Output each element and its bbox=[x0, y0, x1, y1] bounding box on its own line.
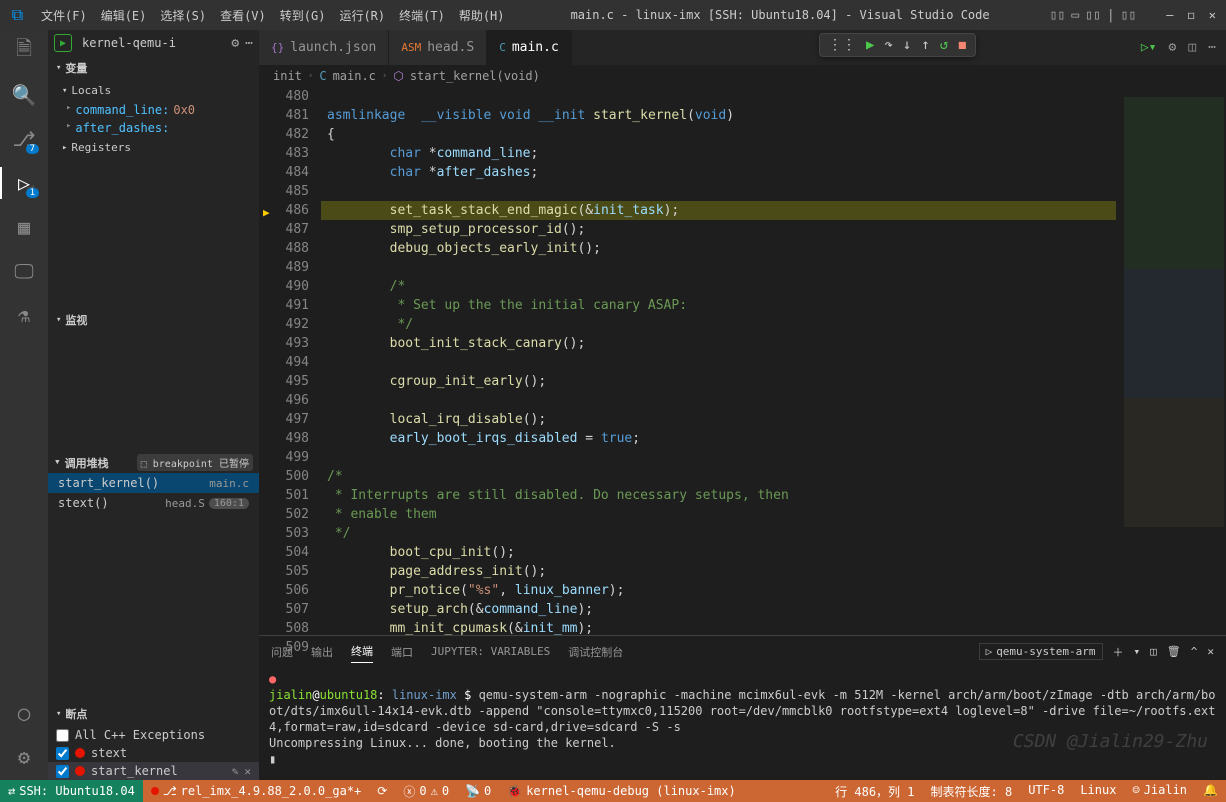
menu-item[interactable]: 帮助(H) bbox=[453, 3, 511, 28]
menu-item[interactable]: 终端(T) bbox=[393, 3, 451, 28]
panel-tab[interactable]: 输出 bbox=[311, 641, 333, 663]
continue-icon[interactable]: ▶ bbox=[866, 37, 874, 53]
remote-icon[interactable]: 🖵 bbox=[11, 258, 37, 284]
menu-item[interactable]: 文件(F) bbox=[35, 3, 93, 28]
testing-icon[interactable]: ⚗ bbox=[11, 302, 37, 328]
layout-buttons[interactable]: ▯▯▭▯▯|▯▯ bbox=[1050, 8, 1137, 23]
close-icon: ✕ bbox=[244, 765, 251, 778]
encoding[interactable]: UTF-8 bbox=[1020, 783, 1072, 797]
vscode-logo-icon: ⧉ bbox=[0, 5, 35, 25]
menu-item[interactable]: 运行(R) bbox=[333, 3, 391, 28]
feedback-icon[interactable]: ☺ Jialin bbox=[1124, 783, 1195, 797]
section-variables[interactable]: ▾变量 bbox=[48, 56, 259, 80]
explorer-icon[interactable]: 🗎 bbox=[11, 38, 37, 64]
breakpoint-row[interactable]: stext bbox=[48, 744, 259, 762]
restart-icon[interactable]: ↺ bbox=[940, 37, 948, 53]
panel-tab[interactable]: 端口 bbox=[391, 641, 413, 663]
window-title: main.c - linux-imx [SSH: Ubuntu18.04] - … bbox=[511, 8, 1050, 22]
menu-item[interactable]: 编辑(E) bbox=[95, 3, 153, 28]
extensions-icon[interactable]: ▦ bbox=[11, 214, 37, 240]
editor-actions[interactable]: ▷▾ ⚙ ◫ ⋯ bbox=[1131, 30, 1226, 65]
more-icon[interactable]: ⋯ bbox=[245, 36, 253, 51]
scm-icon[interactable]: ⎇7 bbox=[11, 126, 37, 152]
cursor-position[interactable]: 行 486，列 1 bbox=[827, 783, 922, 800]
line-gutter: 480481482483484485▶486487488489490491492… bbox=[259, 87, 321, 635]
split-icon[interactable]: ◫ bbox=[1188, 40, 1196, 55]
section-registers[interactable]: ▸Registers bbox=[62, 137, 259, 158]
step-over-icon[interactable]: ↷ bbox=[884, 37, 892, 53]
callstack-frame[interactable]: start_kernel()main.c bbox=[48, 473, 259, 493]
stop-icon[interactable]: ◼ bbox=[958, 37, 966, 53]
terminal-output[interactable]: ● jialin@ubuntu18: linux-imx $ qemu-syst… bbox=[259, 667, 1226, 780]
radio-indicator[interactable]: 📡 0 bbox=[457, 780, 499, 802]
debug-sidebar: ▶ kernel-qemu-i ⚙ ⋯ ▾变量 ▾Locals ▸ comman… bbox=[48, 30, 259, 780]
account-icon[interactable]: ◯ bbox=[11, 700, 37, 726]
more-icon[interactable]: ⋯ bbox=[1208, 40, 1216, 55]
os[interactable]: Linux bbox=[1072, 783, 1124, 797]
step-out-icon[interactable]: ↑ bbox=[921, 37, 929, 53]
section-breakpoints[interactable]: ▾断点 bbox=[48, 702, 259, 726]
section-callstack[interactable]: ▾调用堆栈 ⬚ breakpoint 已暂停 bbox=[48, 452, 259, 473]
chevron-up-icon[interactable]: ^ bbox=[1191, 645, 1198, 658]
errors-indicator[interactable]: ⓧ 0 ⚠ 0 bbox=[395, 780, 457, 802]
callstack-frame[interactable]: stext()head.S 160:1 bbox=[48, 493, 259, 513]
bp-all-exceptions[interactable]: All C++ Exceptions bbox=[48, 726, 259, 744]
close-panel-icon[interactable]: ✕ bbox=[1207, 645, 1214, 658]
step-into-icon[interactable]: ↓ bbox=[903, 37, 911, 53]
window-controls[interactable]: — ◻ ✕ bbox=[1156, 8, 1226, 22]
editor-group: {}launch.jsonASMhead.SCmain.c ⋮⋮ ▶ ↷ ↓ ↑… bbox=[259, 30, 1226, 780]
menu-bar[interactable]: 文件(F)编辑(E)选择(S)查看(V)转到(G)运行(R)终端(T)帮助(H) bbox=[35, 3, 511, 28]
editor-tab[interactable]: Cmain.c bbox=[487, 30, 572, 65]
debug-icon[interactable]: ▷🐞1 bbox=[11, 170, 37, 196]
search-icon[interactable]: 🔍 bbox=[11, 82, 37, 108]
menu-item[interactable]: 查看(V) bbox=[214, 3, 272, 28]
gear-icon[interactable]: ⚙ bbox=[1169, 40, 1177, 55]
gear-icon[interactable]: ⚙ bbox=[231, 36, 239, 51]
run-icon[interactable]: ▷▾ bbox=[1141, 40, 1157, 55]
split-terminal-icon[interactable]: ◫ bbox=[1150, 645, 1157, 658]
debug-config-select[interactable]: kernel-qemu-i bbox=[78, 34, 225, 52]
activity-bar: 🗎 🔍 ⎇7 ▷🐞1 ▦ 🖵 ⚗ ◯ ⚙ bbox=[0, 30, 48, 780]
variable-row[interactable]: ▸ after_dashes: bbox=[62, 119, 259, 137]
editor-tab[interactable]: {}launch.json bbox=[259, 30, 389, 65]
menu-item[interactable]: 转到(G) bbox=[274, 3, 332, 28]
panel-tabs[interactable]: 问题输出终端端口JUPYTER: VARIABLES调试控制台 ▷ qemu-s… bbox=[259, 636, 1226, 667]
bottom-panel: 问题输出终端端口JUPYTER: VARIABLES调试控制台 ▷ qemu-s… bbox=[259, 635, 1226, 780]
settings-icon[interactable]: ⚙ bbox=[11, 744, 37, 770]
trash-icon[interactable]: 🗑 bbox=[1167, 645, 1181, 658]
breadcrumb[interactable]: init› Cmain.c› ⬡start_kernel(void) bbox=[259, 65, 1226, 87]
bell-icon[interactable]: 🔔 bbox=[1195, 783, 1226, 797]
debug-toolbar[interactable]: ⋮⋮ ▶ ↷ ↓ ↑ ↺ ◼ bbox=[819, 33, 976, 57]
editor-tab[interactable]: ASMhead.S bbox=[389, 30, 487, 65]
start-debug-icon[interactable]: ▶ bbox=[54, 34, 72, 52]
code-editor[interactable]: asmlinkage __visible void __init start_k… bbox=[321, 87, 1116, 635]
new-terminal-icon[interactable]: ＋ bbox=[1113, 644, 1124, 660]
minimize-icon[interactable]: — bbox=[1166, 8, 1173, 22]
section-locals[interactable]: ▾Locals bbox=[62, 80, 259, 101]
panel-tab[interactable]: JUPYTER: VARIABLES bbox=[431, 642, 550, 661]
section-watch[interactable]: ▾监视 bbox=[48, 308, 259, 332]
edit-icon: ✎ bbox=[232, 765, 239, 778]
menu-item[interactable]: 选择(S) bbox=[154, 3, 212, 28]
breakpoint-row[interactable]: start_kernel✎✕ bbox=[48, 762, 259, 780]
close-icon[interactable]: ✕ bbox=[1209, 8, 1216, 22]
sync-icon[interactable]: ⟳ bbox=[369, 780, 395, 802]
status-bar[interactable]: ⇄ SSH: Ubuntu18.04 ⎇ rel_imx_4.9.88_2.0.… bbox=[0, 780, 1226, 802]
drag-handle-icon[interactable]: ⋮⋮ bbox=[828, 37, 856, 53]
title-bar: ⧉ 文件(F)编辑(E)选择(S)查看(V)转到(G)运行(R)终端(T)帮助(… bbox=[0, 0, 1226, 30]
panel-tab[interactable]: 终端 bbox=[351, 640, 373, 663]
maximize-icon[interactable]: ◻ bbox=[1188, 8, 1195, 22]
debug-status[interactable]: 🐞 kernel-qemu-debug (linux-imx) bbox=[499, 780, 743, 802]
remote-indicator[interactable]: ⇄ SSH: Ubuntu18.04 bbox=[0, 780, 143, 802]
variable-row[interactable]: ▸ command_line: 0x0 bbox=[62, 101, 259, 119]
indentation[interactable]: 制表符长度: 8 bbox=[923, 783, 1021, 800]
minimap[interactable] bbox=[1116, 87, 1226, 635]
debug-config-bar[interactable]: ▶ kernel-qemu-i ⚙ ⋯ bbox=[48, 30, 259, 56]
terminal-select[interactable]: ▷ qemu-system-arm bbox=[979, 643, 1103, 660]
tab-bar: {}launch.jsonASMhead.SCmain.c ⋮⋮ ▶ ↷ ↓ ↑… bbox=[259, 30, 1226, 65]
panel-tab[interactable]: 调试控制台 bbox=[568, 641, 623, 663]
branch-indicator[interactable]: ⎇ rel_imx_4.9.88_2.0.0_ga*+ bbox=[143, 780, 369, 802]
